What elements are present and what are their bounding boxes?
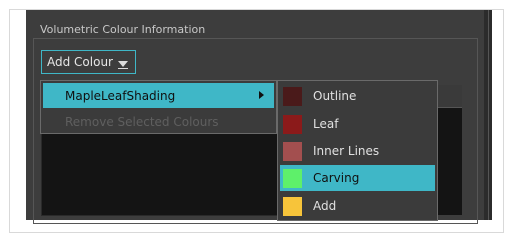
dropdown-caret-icon: [117, 61, 128, 69]
colour-swatch: [283, 86, 302, 106]
panel-divider: [488, 10, 489, 220]
menu-item-mapleleafshading[interactable]: MapleLeafShading: [43, 83, 274, 108]
colour-swatch: [283, 168, 302, 188]
submenu-item-leaf[interactable]: Leaf: [280, 111, 435, 137]
group-title: Volumetric Colour Information: [40, 23, 206, 36]
add-colour-button[interactable]: Add Colour: [41, 50, 136, 74]
menu-item-remove-selected-colours: Remove Selected Colours: [65, 114, 219, 129]
colour-swatch: [283, 196, 302, 216]
submenu-item-carving[interactable]: Carving: [280, 165, 435, 191]
colour-swatch: [283, 114, 302, 134]
submenu-item-outline[interactable]: Outline: [280, 83, 435, 109]
add-colour-menu: MapleLeafShading Remove Selected Colours: [40, 80, 277, 134]
colour-swatch: [283, 141, 302, 161]
submenu-arrow-icon: [259, 91, 264, 99]
add-colour-label: Add Colour: [47, 55, 113, 69]
submenu-item-add[interactable]: Add: [280, 193, 435, 219]
palette-submenu: Outline Leaf Inner Lines Carving Add: [277, 80, 438, 221]
submenu-item-inner-lines[interactable]: Inner Lines: [280, 138, 435, 164]
